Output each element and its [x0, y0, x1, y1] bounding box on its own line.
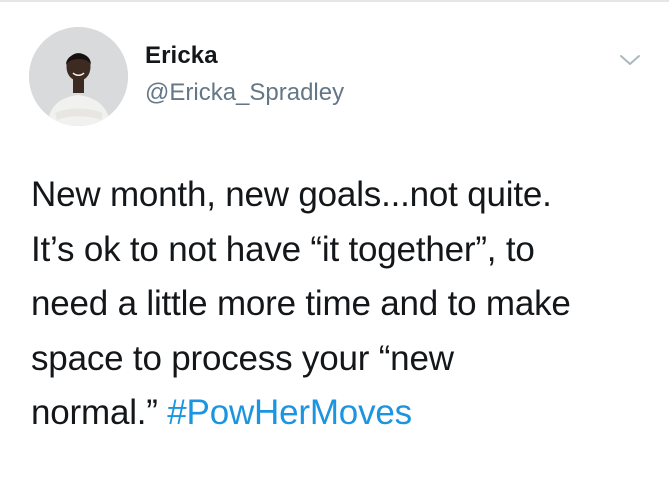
tweet-text-line: It’s ok to not have “it together”, to	[31, 229, 535, 269]
author-handle[interactable]: @Ericka_Spradley	[145, 79, 344, 107]
profile-photo-icon	[29, 27, 128, 126]
author-name[interactable]: Ericka	[145, 42, 218, 70]
tweet-text-line: New month, new goals...not quite.	[31, 175, 552, 214]
hashtag-link[interactable]: #PowHerMoves	[167, 393, 412, 432]
avatar[interactable]	[29, 27, 128, 126]
tweet-text-last-line: normal.” #PowHerMoves	[31, 386, 656, 441]
chevron-down-icon[interactable]	[618, 50, 642, 70]
tweet-text-line: need a little more time and to make	[31, 284, 571, 323]
tweet-text-line: space to process your “new	[31, 338, 454, 378]
tweet-text: New month, new goals...not quite. It’s o…	[31, 168, 656, 441]
tweet-text-line: normal.”	[31, 393, 158, 432]
tweet-card: Ericka @Ericka_Spradley New month, new g…	[0, 0, 669, 495]
